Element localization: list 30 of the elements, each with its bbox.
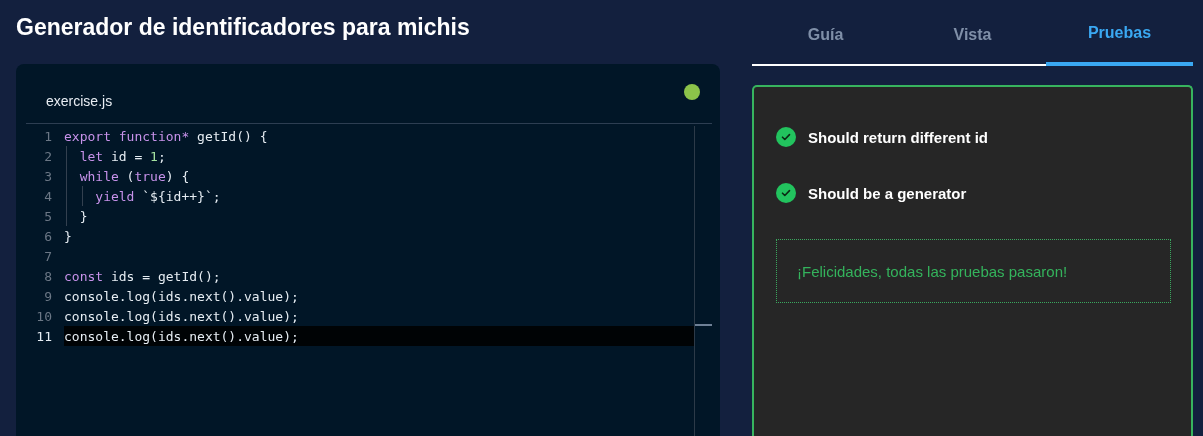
line-number: 7 bbox=[43, 248, 52, 264]
line-number: 1 bbox=[43, 128, 52, 144]
tab[interactable]: Pruebas bbox=[1046, 0, 1193, 66]
tab[interactable]: Guía bbox=[752, 0, 899, 66]
line-number: 8 bbox=[43, 268, 52, 284]
code-line: while (true) { bbox=[78, 168, 190, 184]
code-line: } bbox=[78, 208, 88, 224]
line-number: 6 bbox=[43, 228, 52, 244]
code-line: const ids = getId(); bbox=[64, 268, 221, 284]
test-name: Should be a generator bbox=[808, 184, 967, 202]
code-line: console.log(ids.next().value); bbox=[64, 328, 299, 344]
code-line: export function* getId() { bbox=[64, 128, 268, 144]
code-line: console.log(ids.next().value); bbox=[64, 288, 299, 304]
line-number: 11 bbox=[35, 328, 52, 344]
line-number: 9 bbox=[43, 288, 52, 304]
line-number: 3 bbox=[43, 168, 52, 184]
line-number: 10 bbox=[35, 308, 52, 324]
page-title: Generador de identificadores para michis bbox=[16, 14, 471, 42]
test-name: Should return different id bbox=[808, 128, 988, 146]
line-number: 2 bbox=[43, 148, 52, 164]
scrollbar[interactable] bbox=[694, 126, 712, 436]
code-line: let id = 1; bbox=[78, 148, 166, 164]
line-number: 5 bbox=[43, 208, 52, 224]
file-tab[interactable]: exercise.js bbox=[46, 92, 113, 109]
code-line: console.log(ids.next().value); bbox=[64, 308, 299, 324]
success-message: ¡Felicidades, todas las pruebas pasaron! bbox=[776, 239, 1171, 303]
tab[interactable]: Vista bbox=[899, 0, 1046, 66]
code-line: yield `${id++}`; bbox=[94, 188, 221, 204]
line-number: 4 bbox=[43, 188, 52, 204]
code-line: } bbox=[64, 228, 72, 244]
